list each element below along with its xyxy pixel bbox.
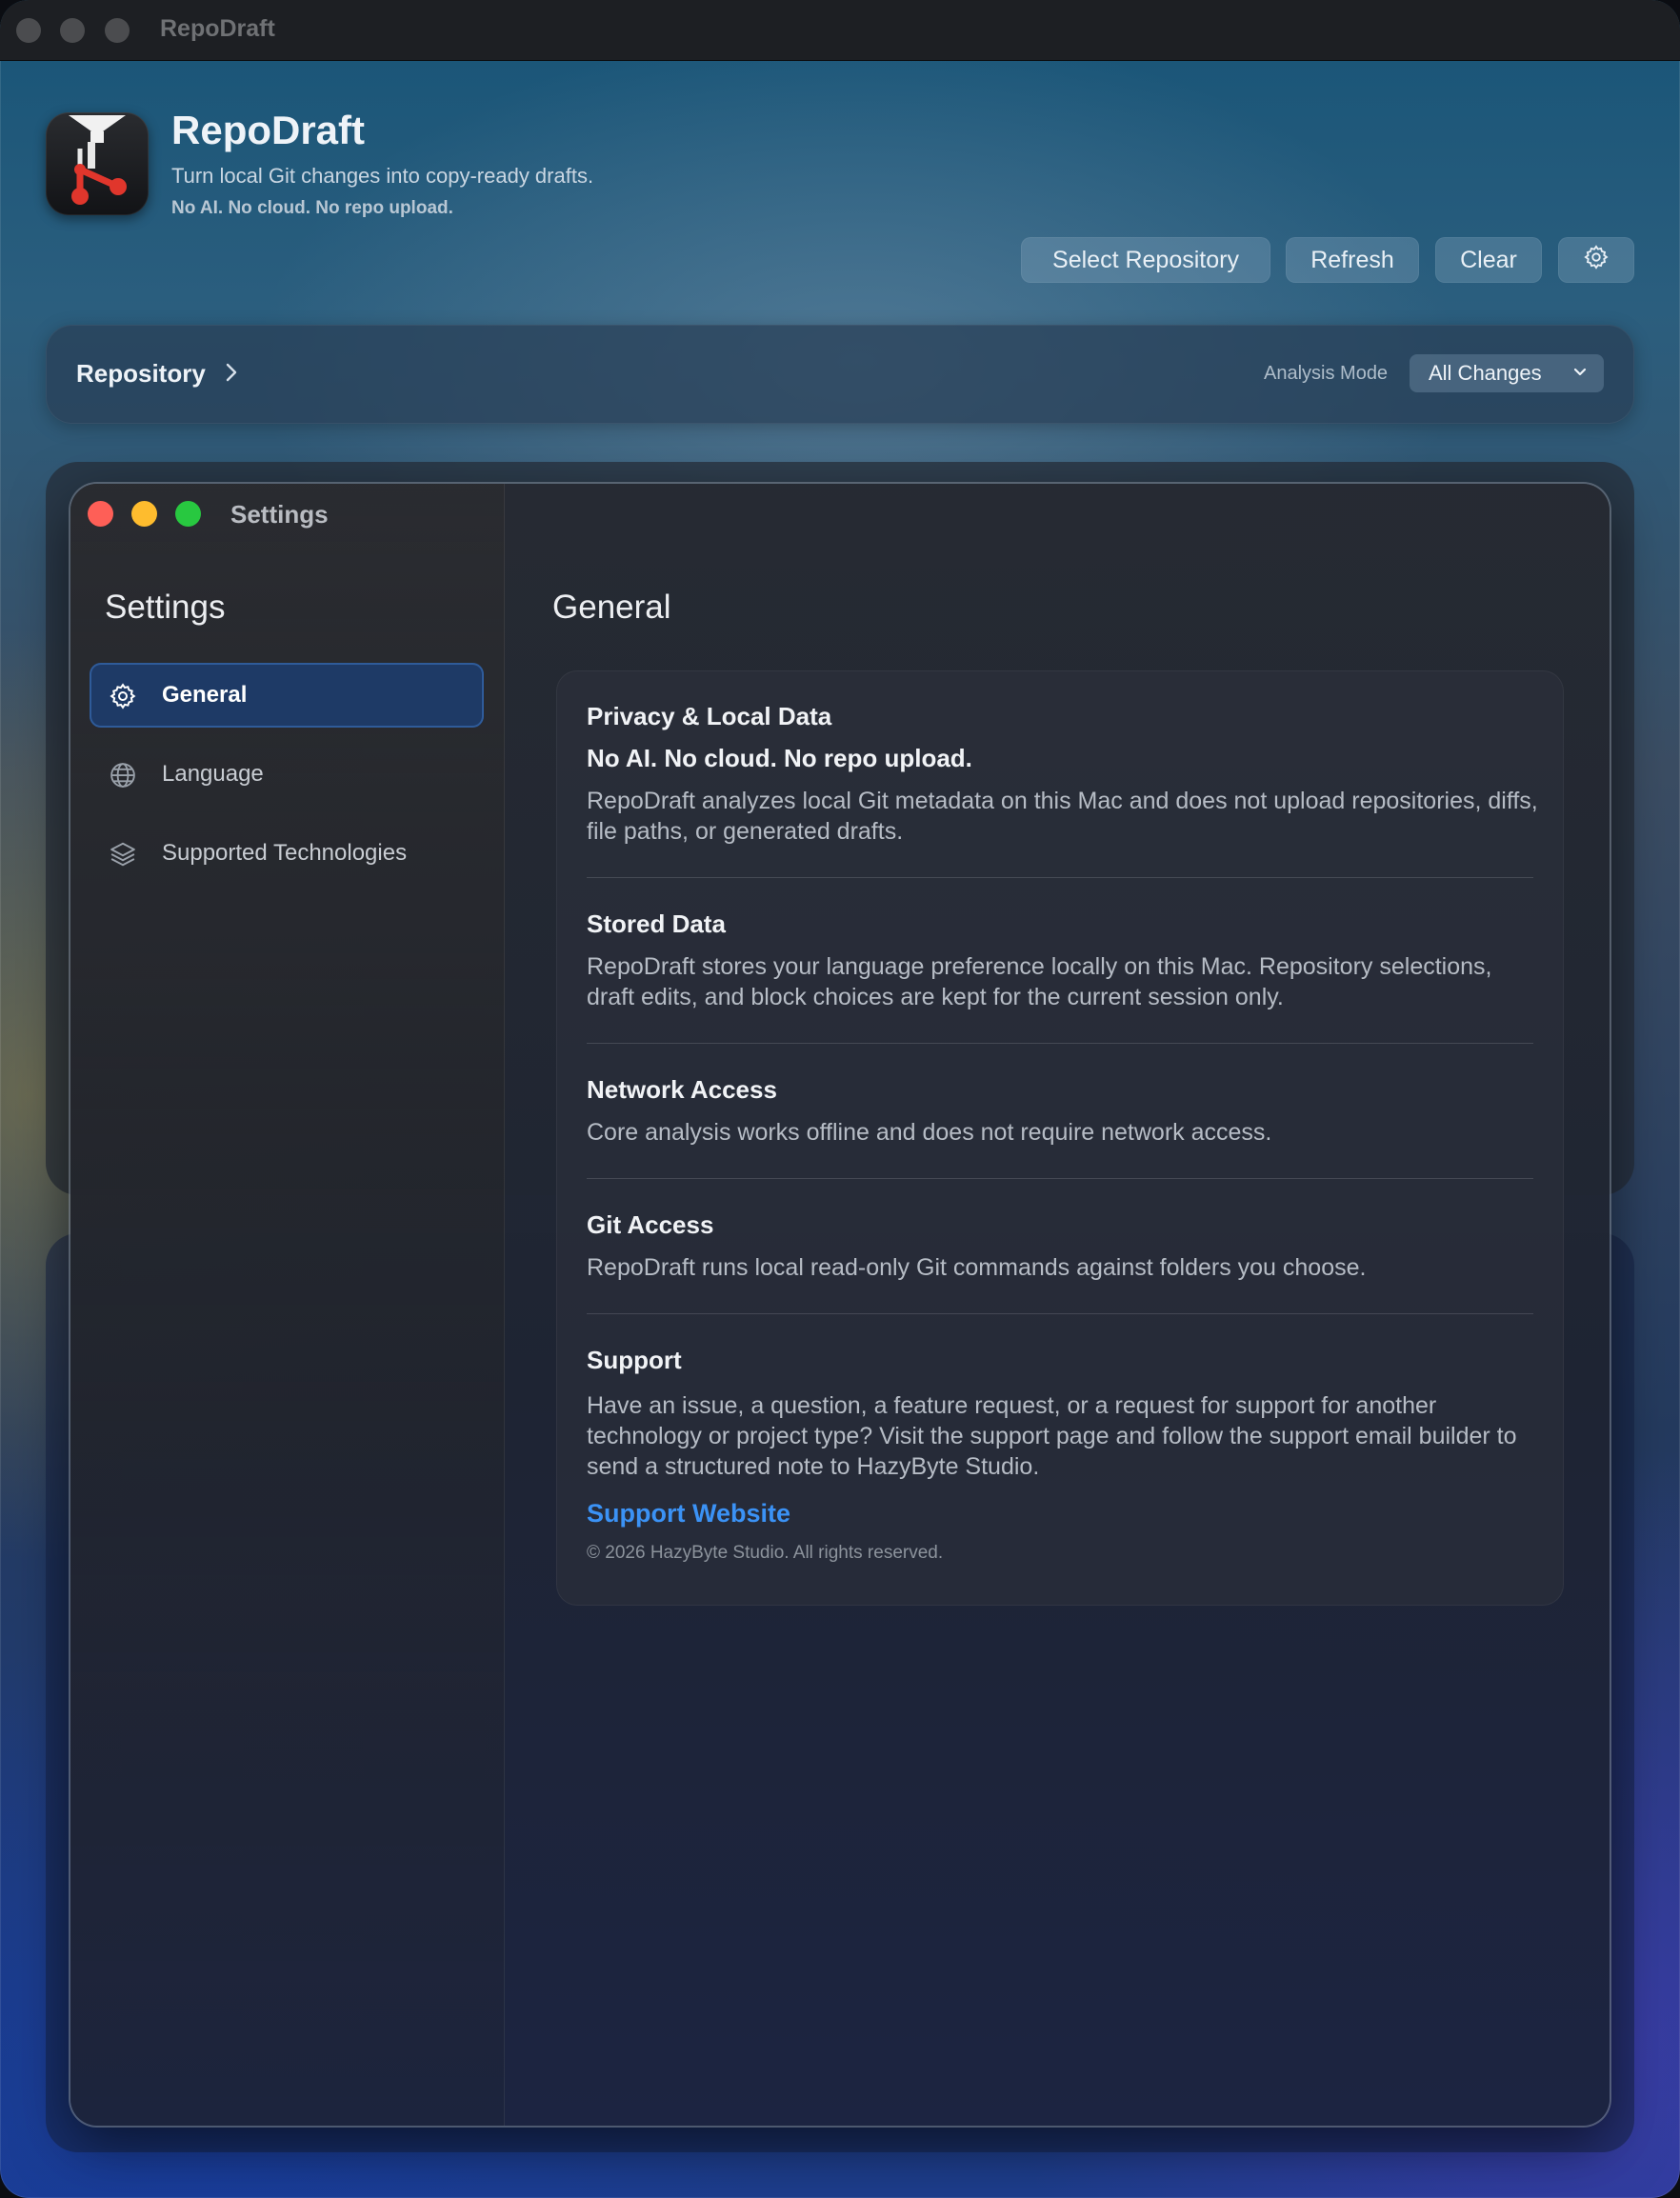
content-heading: General [552, 589, 671, 626]
minimize-button[interactable] [60, 18, 85, 43]
sidebar-item-label: Language [162, 761, 264, 787]
gear-icon [109, 682, 137, 710]
settings-button[interactable] [1558, 237, 1634, 283]
git-access-section-body: RepoDraft runs local read-only Git comma… [587, 1254, 1367, 1281]
sidebar-item-general[interactable]: General [90, 663, 484, 728]
app-subtitle: Turn local Git changes into copy-ready d… [171, 164, 594, 188]
window-title: RepoDraft [160, 15, 275, 42]
app-logo-icon [46, 112, 149, 215]
zoom-button[interactable] [105, 18, 130, 43]
section-divider [587, 1043, 1533, 1044]
privacy-section-title: Privacy & Local Data [587, 702, 832, 730]
sidebar-item-label: Supported Technologies [162, 840, 408, 866]
support-section-title: Support [587, 1346, 682, 1374]
chevron-down-icon [1573, 368, 1587, 376]
analysis-mode-label: Analysis Mode [1264, 363, 1389, 384]
privacy-section-emphasis: No AI. No cloud. No repo upload. [587, 744, 972, 772]
settings-zoom-button[interactable] [175, 501, 201, 527]
settings-window: Settings Settings General Language Suppo… [70, 484, 1610, 2126]
sidebar-item-supported-technologies[interactable]: Supported Technologies [90, 821, 484, 886]
app-title: RepoDraft [171, 108, 366, 152]
settings-minimize-button[interactable] [131, 501, 157, 527]
section-divider [587, 877, 1533, 878]
repository-bar [46, 325, 1634, 424]
settings-close-button[interactable] [88, 501, 113, 527]
copyright-text: © 2026 HazyByte Studio. All rights reser… [587, 1543, 944, 1563]
sidebar-item-label: General [162, 682, 248, 708]
git-access-section-title: Git Access [587, 1210, 714, 1239]
select-repository-button[interactable]: Select Repository [1021, 237, 1270, 283]
section-divider [587, 1178, 1533, 1179]
app-tagline: No AI. No cloud. No repo upload. [171, 198, 453, 218]
section-divider [587, 1313, 1533, 1314]
clear-button[interactable]: Clear [1435, 237, 1542, 283]
support-section-body: Have an issue, a question, a feature req… [587, 1392, 1517, 1480]
chevron-right-icon[interactable] [225, 362, 238, 388]
settings-window-title: Settings [230, 500, 329, 529]
analysis-mode-value: All Changes [1429, 361, 1542, 385]
stored-data-section-title: Stored Data [587, 909, 726, 938]
support-website-link[interactable]: Support Website [587, 1499, 790, 1529]
main-window: RepoDraft RepoDraft Turn local Git chang… [0, 0, 1680, 2198]
globe-icon [109, 761, 137, 789]
title-bar: RepoDraft [0, 0, 1680, 61]
layers-icon [109, 840, 137, 869]
analysis-mode-select[interactable]: All Changes [1410, 354, 1604, 392]
settings-sidebar [70, 484, 505, 2126]
gear-icon [1583, 244, 1610, 277]
privacy-section-body: RepoDraft analyzes local Git metadata on… [587, 788, 1538, 845]
stored-data-section-body: RepoDraft stores your language preferenc… [587, 953, 1492, 1010]
network-access-section-body: Core analysis works offline and does not… [587, 1119, 1272, 1146]
repository-label[interactable]: Repository [76, 359, 206, 389]
refresh-button[interactable]: Refresh [1286, 237, 1419, 283]
sidebar-heading: Settings [105, 589, 226, 626]
network-access-section-title: Network Access [587, 1075, 777, 1104]
close-button[interactable] [16, 18, 41, 43]
sidebar-item-language[interactable]: Language [90, 742, 484, 807]
